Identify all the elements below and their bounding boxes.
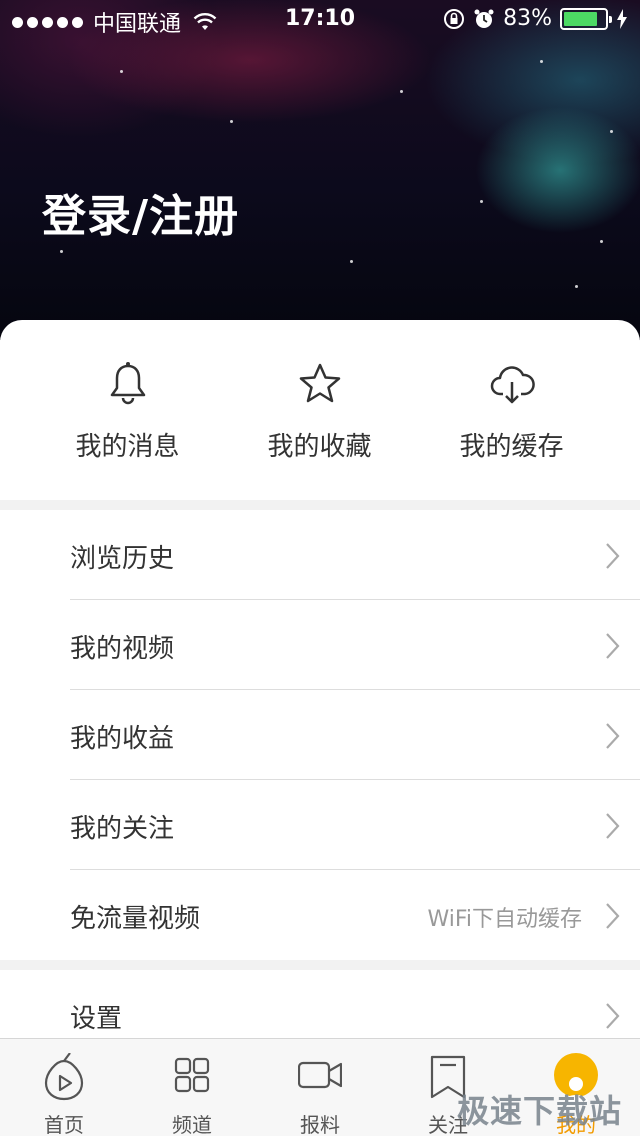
tab-report[interactable]: 报料: [256, 1039, 384, 1136]
charging-bolt-icon: [617, 8, 627, 29]
chevron-right-icon: [606, 813, 620, 839]
quick-action-label: 我的消息: [75, 432, 180, 462]
hero-banner: [0, 0, 640, 340]
star-dot: [480, 200, 483, 203]
quick-action-messages[interactable]: 我的消息: [21, 320, 234, 500]
tab-label: 报料: [300, 1113, 340, 1136]
bell-icon: [110, 362, 145, 405]
menu-item-label: 设置: [70, 1004, 123, 1034]
rotation-lock-icon: [444, 8, 465, 29]
quick-actions-card: 我的消息 我的收藏 我的缓存: [0, 320, 640, 500]
star-icon: [299, 363, 340, 403]
battery-fill: [564, 11, 598, 26]
quick-action-label: 我的缓存: [459, 432, 564, 462]
menu-item-settings[interactable]: 设置: [0, 970, 640, 1038]
grid-icon: [174, 1057, 210, 1093]
star-dot: [120, 70, 123, 73]
video-camera-icon: [298, 1061, 342, 1089]
status-bar: 中国联通 17:10 83%: [0, 0, 640, 40]
menu-item-detail: WiFi下自动缓存: [427, 907, 582, 932]
battery-icon: [560, 7, 612, 30]
settings-group: 设置: [0, 970, 640, 1038]
alarm-icon: [474, 9, 494, 28]
menu-item-my-follows[interactable]: 我的关注: [0, 780, 640, 870]
star-dot: [540, 60, 543, 63]
quick-action-cache[interactable]: 我的缓存: [405, 320, 618, 500]
chevron-right-icon: [606, 543, 620, 569]
menu-item-free-data-video[interactable]: 免流量视频 WiFi下自动缓存: [0, 870, 640, 960]
tab-home[interactable]: 首页: [0, 1039, 128, 1136]
tab-label: 频道: [172, 1113, 212, 1136]
menu-item-label: 我的收益: [70, 724, 175, 754]
menu-item-label: 我的关注: [70, 814, 175, 844]
status-right: 83%: [443, 6, 628, 31]
tab-channels[interactable]: 频道: [128, 1039, 256, 1136]
watermark: 极速下载站: [456, 1092, 622, 1130]
star-dot: [600, 240, 603, 243]
menu-item-label: 免流量视频: [70, 904, 201, 934]
chevron-right-icon: [606, 903, 620, 929]
star-dot: [400, 90, 403, 93]
menu-item-my-earnings[interactable]: 我的收益: [0, 690, 640, 780]
quick-action-label: 我的收藏: [267, 432, 372, 462]
chevron-right-icon: [606, 633, 620, 659]
star-dot: [230, 120, 233, 123]
star-dot: [610, 130, 613, 133]
home-play-icon: [44, 1053, 84, 1101]
star-dot: [575, 285, 578, 288]
quick-action-favorites[interactable]: 我的收藏: [213, 320, 426, 500]
battery-percent: 83%: [503, 6, 552, 31]
star-dot: [350, 260, 353, 263]
menu-item-my-videos[interactable]: 我的视频: [0, 600, 640, 690]
menu-item-browse-history[interactable]: 浏览历史: [0, 510, 640, 600]
login-register-link[interactable]: 登录/注册: [42, 180, 239, 244]
chevron-right-icon: [606, 1003, 620, 1029]
chevron-right-icon: [606, 723, 620, 749]
tab-label: 首页: [44, 1113, 84, 1136]
menu-item-label: 我的视频: [70, 634, 175, 664]
cloud-download-icon: [490, 366, 535, 404]
menu-list: 浏览历史 我的视频 我的收益 我的关注 免流量视频 WiFi下自动缓存: [0, 510, 640, 960]
menu-item-label: 浏览历史: [70, 544, 175, 574]
star-dot: [60, 250, 63, 253]
